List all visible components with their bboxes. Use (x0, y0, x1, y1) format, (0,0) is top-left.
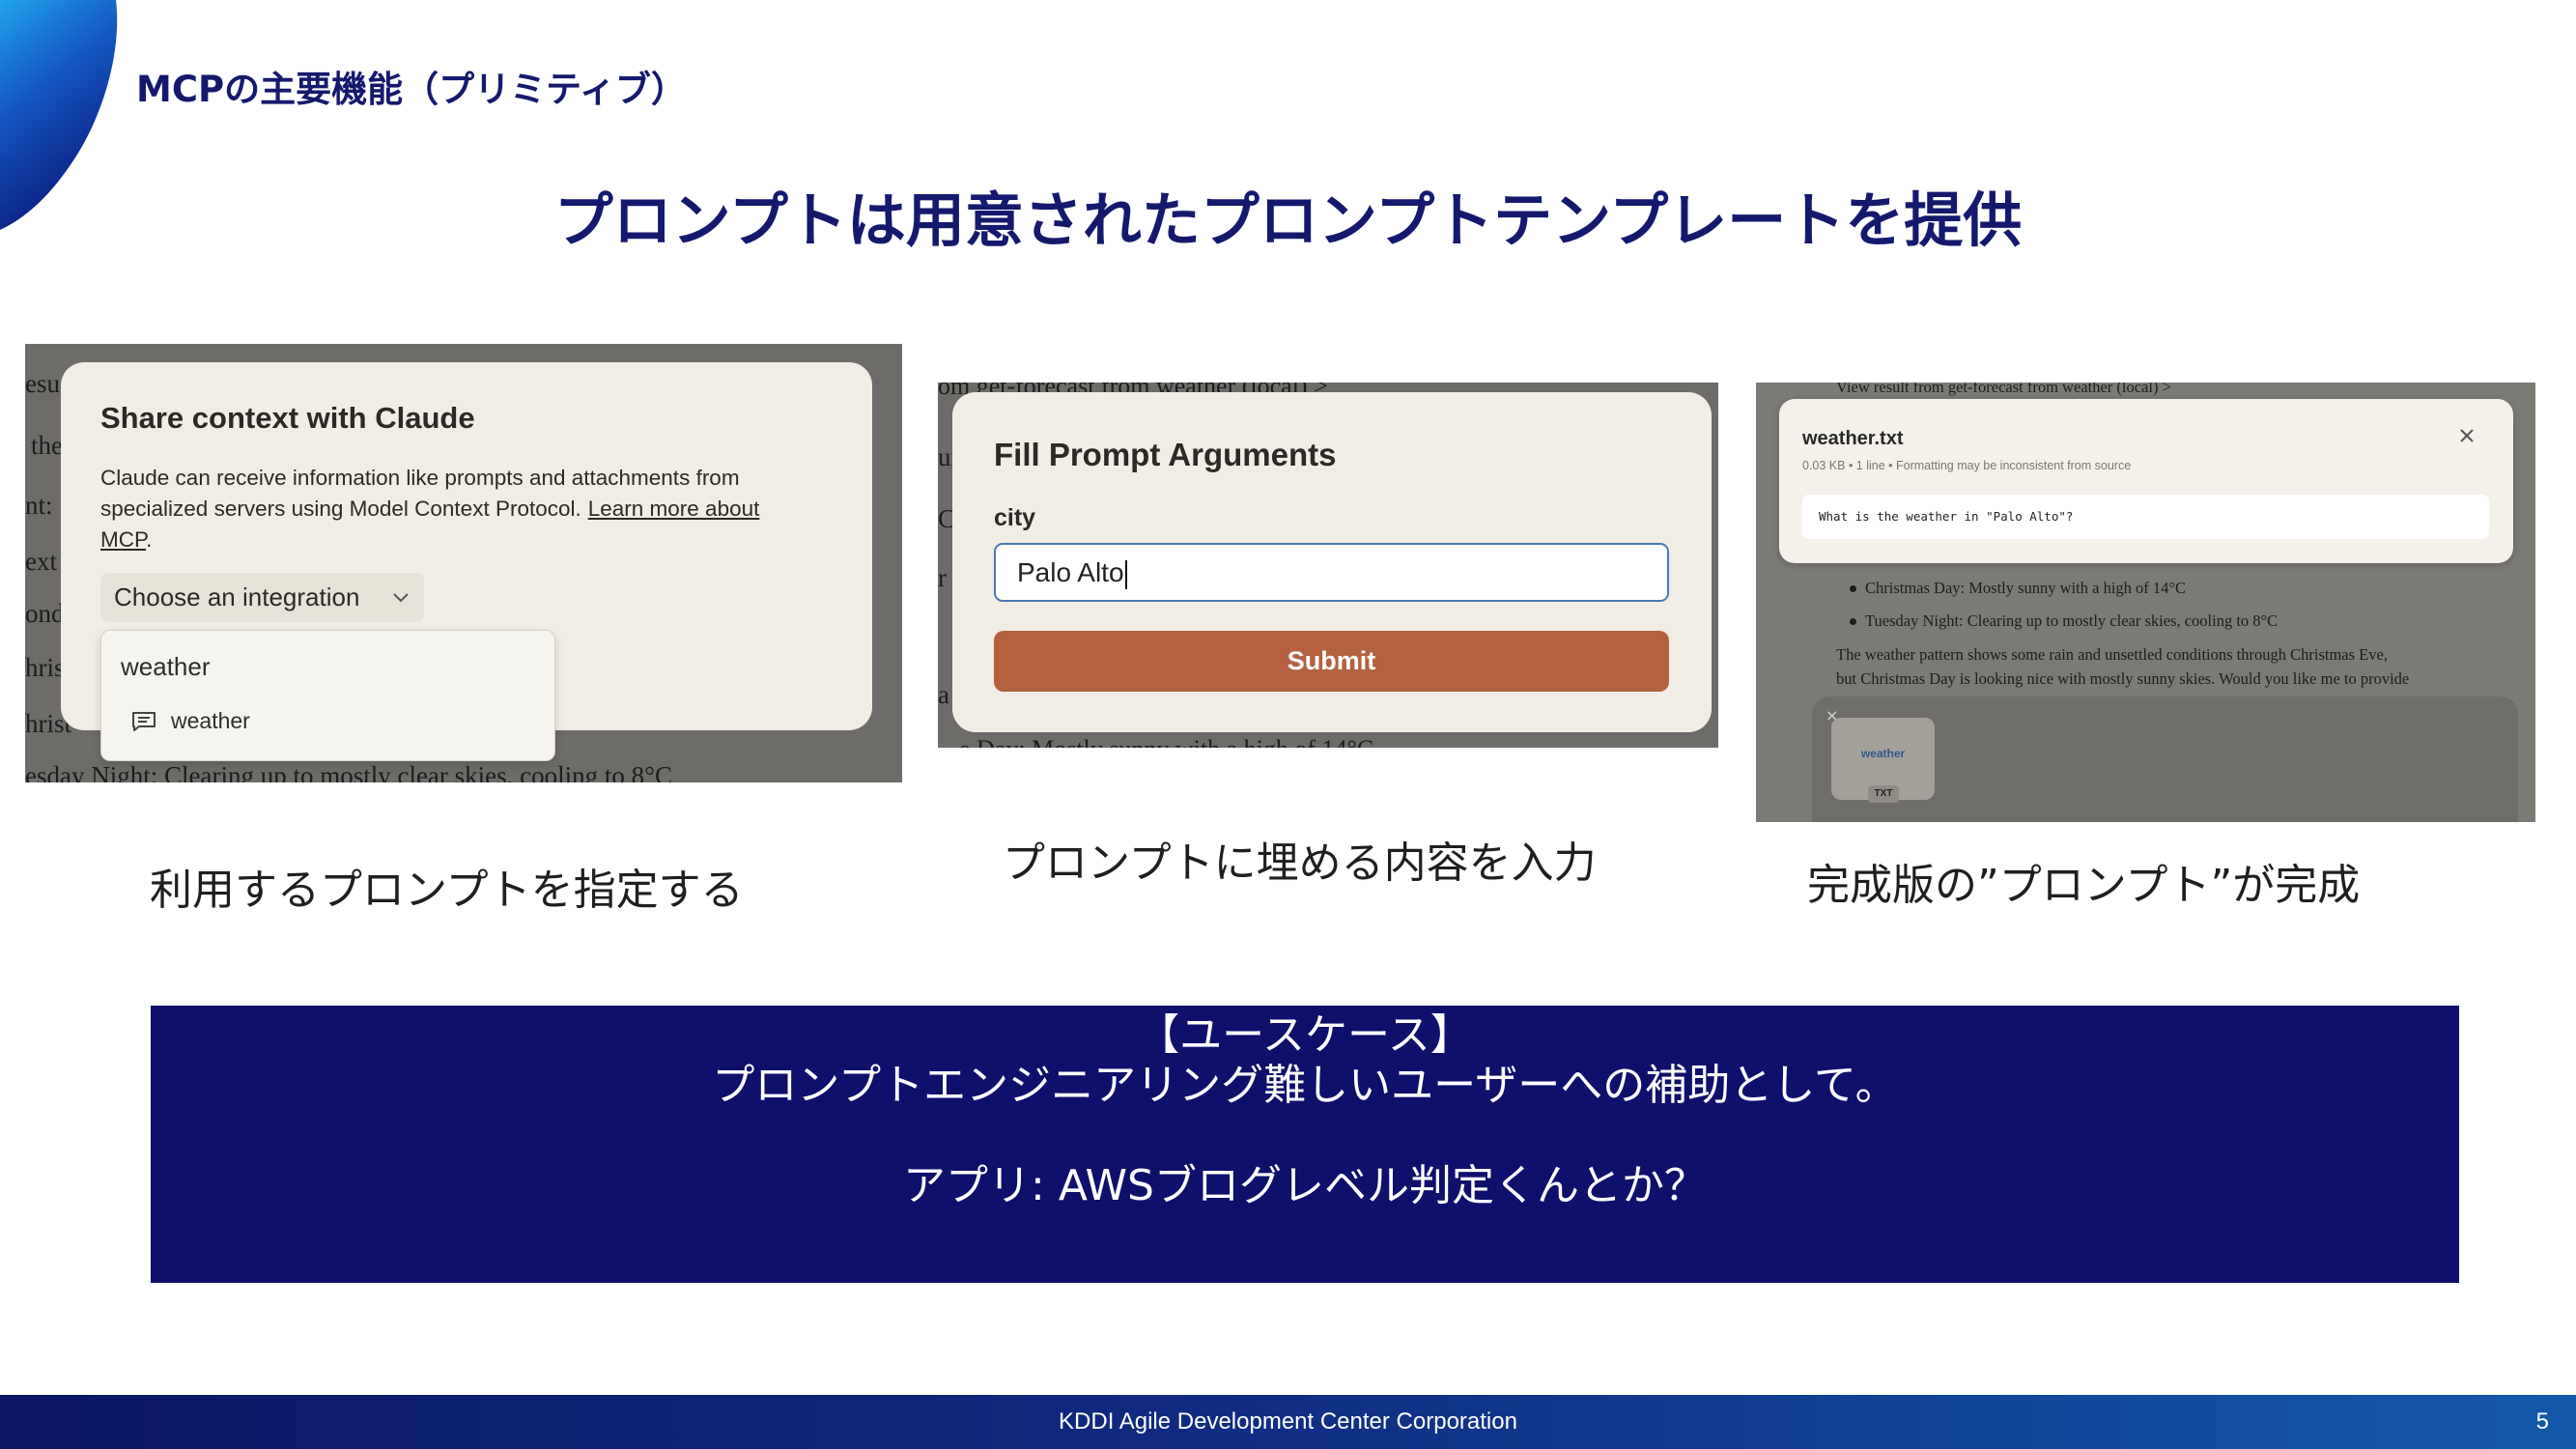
section-title: MCPの主要機能（プリミティブ） (136, 69, 687, 110)
attachment-type-badge: TXT (1868, 785, 1899, 803)
submit-button[interactable]: Submit (994, 631, 1669, 692)
integration-menu: weather weather (100, 630, 555, 761)
caption-step-1: 利用するプロンプトを指定する (150, 866, 744, 915)
usecase-line: アプリ: AWSブログレベル判定くんとか？ (903, 1161, 1707, 1210)
background-text-fragment: esu (25, 369, 60, 398)
description-end: . (146, 527, 153, 552)
background-text-fragment: e Day: Mostly sunny with a high of 14°C (959, 734, 1373, 748)
menu-group-header: weather (121, 652, 211, 681)
background-text-fragment: esday Night: Clearing up to mostly clear… (25, 761, 672, 782)
menu-item-weather-prompt[interactable]: weather (111, 698, 545, 745)
message-icon (132, 712, 156, 731)
screenshot-completed-prompt: View result from get-forecast from weath… (1756, 383, 2535, 822)
usecase-box: 【ユースケース】 プロンプトエンジニアリング難しいユーザーへの補助として。 アプ… (151, 1006, 2459, 1283)
city-input-value: Palo Alto (1017, 557, 1124, 587)
background-text-fragment: hris (25, 653, 65, 682)
background-text-fragment: ond (25, 599, 65, 628)
background-text-fragment: the (31, 431, 63, 460)
screenshot-share-context: esu the nt: 1 ext ond hris hrist esday N… (25, 344, 902, 782)
menu-item-label: weather (171, 708, 250, 733)
page-number: 5 (2535, 1408, 2549, 1435)
usecase-line: プロンプトエンジニアリング難しいユーザーへの補助として。 (712, 1061, 1898, 1110)
caption-step-2: プロンプトに埋める内容を入力 (1003, 838, 1597, 888)
text-caret (1124, 559, 1127, 589)
dialog-description: Claude can receive information like prom… (100, 463, 759, 555)
remove-attachment-icon[interactable]: × (1826, 706, 1838, 724)
screenshot-fill-arguments: om get-forecast from weather (local) > u… (938, 383, 1718, 748)
dialog-title: Fill Prompt Arguments (994, 437, 1337, 472)
bullet-item: Christmas Day: Mostly sunny with a high … (1865, 579, 2187, 597)
file-preview-card: weather.txt 0.03 KB • 1 line • Formattin… (1779, 399, 2513, 563)
bullet-dot (1850, 618, 1856, 625)
background-text-fragment: r (938, 563, 947, 592)
file-name: weather.txt (1802, 428, 1904, 449)
response-text-line: but Christmas Day is looking nice with m… (1836, 669, 2410, 688)
integration-select-label: Choose an integration (114, 582, 360, 611)
dialog-title: Share context with Claude (100, 401, 475, 435)
close-icon[interactable] (2455, 424, 2478, 447)
footer-company: KDDI Agile Development Center Corporatio… (1059, 1408, 1517, 1435)
fill-prompt-arguments-dialog: Fill Prompt Arguments city Palo Alto Sub… (952, 392, 1712, 732)
city-input[interactable]: Palo Alto (994, 543, 1669, 602)
learn-more-link[interactable]: MCP (100, 527, 146, 552)
file-meta: 0.03 KB • 1 line • Formatting may be inc… (1802, 459, 2132, 472)
file-content: What is the weather in "Palo Alto"? (1802, 495, 2489, 539)
bullet-dot (1850, 585, 1856, 592)
background-text-fragment: View result from get-forecast from weath… (1836, 383, 2171, 396)
chat-input-attachments: weather TXT × (1812, 696, 2518, 822)
learn-more-link[interactable]: Learn more about (588, 497, 760, 521)
slide-headline: プロンプトは用意されたプロンプトテンプレートを提供 (553, 186, 2023, 255)
city-field-label: city (994, 504, 1036, 531)
response-text-line: The weather pattern shows some rain and … (1836, 645, 2388, 664)
bullet-item: Tuesday Night: Clearing up to mostly cle… (1865, 611, 2279, 630)
chevron-down-icon (393, 593, 409, 603)
integration-select[interactable]: Choose an integration (100, 573, 424, 622)
attachment-name: weather (1860, 747, 1906, 760)
usecase-heading: 【ユースケース】 (1137, 1010, 1473, 1060)
description-line: specialized servers using Model Context … (100, 497, 581, 521)
background-text-fragment: a (938, 680, 949, 709)
slide: MCPの主要機能（プリミティブ） プロンプトは用意されたプロンプトテンプレートを… (0, 0, 2576, 1449)
footer-bar: KDDI Agile Development Center Corporatio… (0, 1395, 2576, 1449)
description-line: Claude can receive information like prom… (100, 466, 740, 490)
background-text-fragment: ext (25, 547, 57, 576)
attachment-chip[interactable]: weather TXT (1831, 718, 1935, 803)
caption-step-3: 完成版の”プロンプト”が完成 (1807, 861, 2361, 910)
